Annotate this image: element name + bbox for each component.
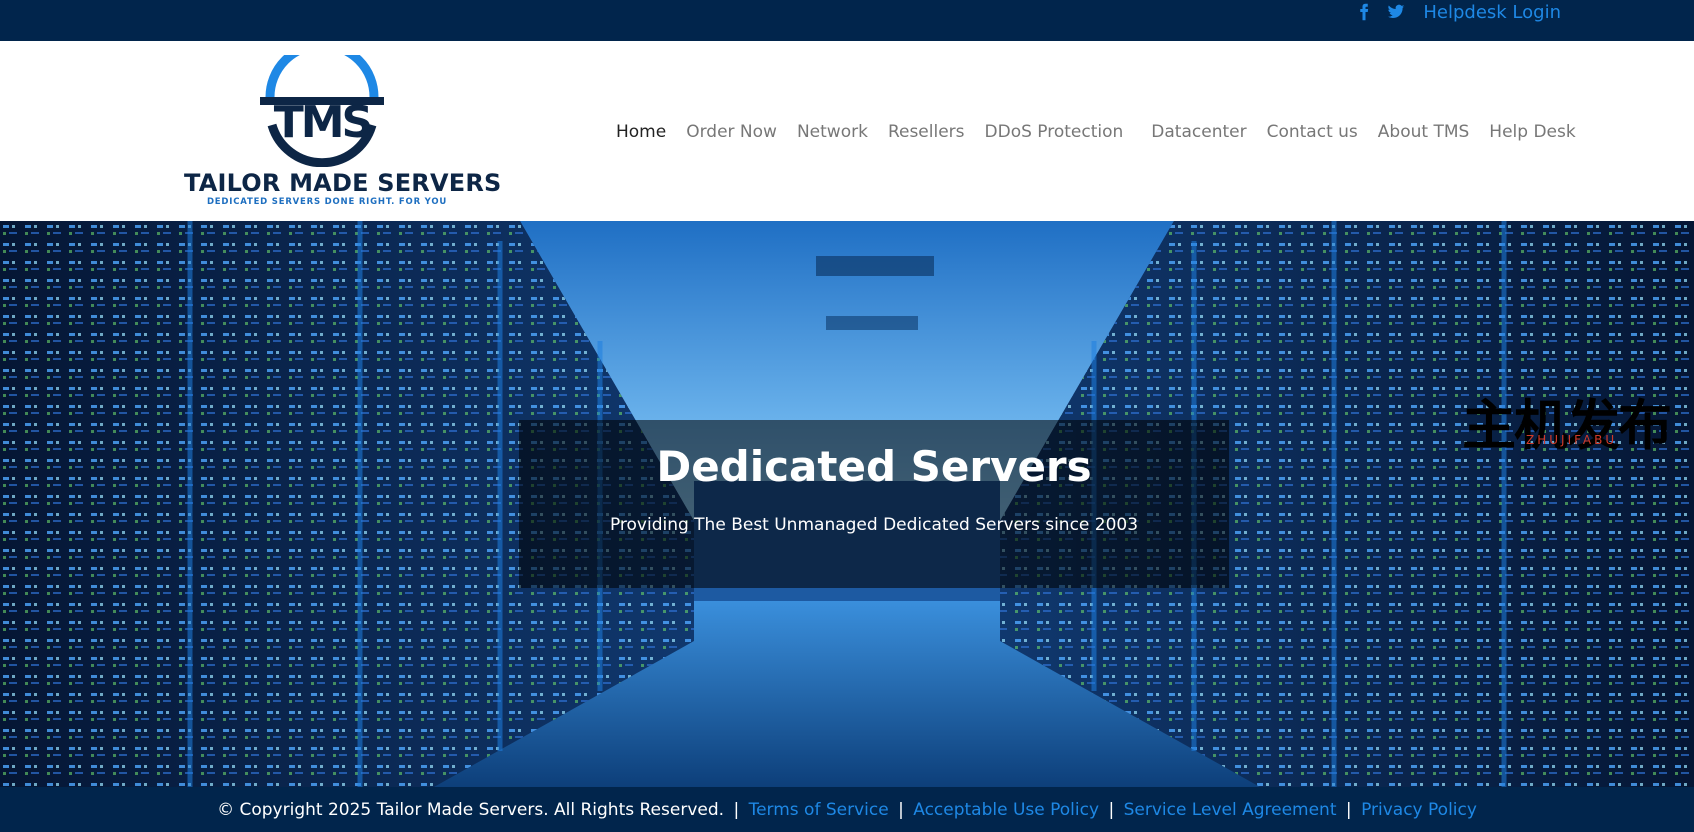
hero-caption-panel: Dedicated Servers Providing The Best Unm… (519, 420, 1229, 588)
nav-item-help-desk[interactable]: Help Desk (1489, 122, 1575, 142)
nav-item-contact-us[interactable]: Contact us (1267, 122, 1358, 142)
main-nav: Home Order Now Network Resellers DDoS Pr… (616, 117, 1596, 147)
top-bar-links: Helpdesk Login (1355, 0, 1561, 24)
site-header: TMS TAILOR MADE SERVERS DEDICATED SERVER… (0, 40, 1694, 221)
footer-separator: | (1108, 799, 1115, 820)
hero-title: Dedicated Servers (656, 442, 1092, 491)
footer-separator: | (898, 799, 904, 820)
helpdesk-login-link[interactable]: Helpdesk Login (1423, 2, 1561, 23)
nav-item-resellers[interactable]: Resellers (888, 122, 965, 142)
watermark-sub: ZHUJIFABU (1526, 433, 1618, 447)
nav-item-datacenter[interactable]: Datacenter (1151, 122, 1246, 142)
nav-item-about-tms[interactable]: About TMS (1378, 122, 1470, 142)
facebook-icon[interactable] (1355, 3, 1373, 21)
footer-line: © Copyright 2025 Tailor Made Servers. Al… (217, 800, 1477, 820)
logo-name: TAILOR MADE SERVERS (184, 169, 502, 197)
nav-item-order-now[interactable]: Order Now (686, 122, 777, 142)
site-logo[interactable]: TMS TAILOR MADE SERVERS DEDICATED SERVER… (184, 40, 502, 207)
copyright-text: © Copyright 2025 Tailor Made Servers. Al… (217, 799, 725, 820)
site-footer: © Copyright 2025 Tailor Made Servers. Al… (0, 787, 1694, 832)
footer-separator: | (733, 799, 740, 820)
logo-tagline: DEDICATED SERVERS DONE RIGHT. FOR YOU (206, 197, 448, 207)
watermark-logo: 主机发布 ZHUJIFABU (1462, 381, 1672, 457)
nav-item-network[interactable]: Network (797, 122, 868, 142)
nav-item-ddos-protection[interactable]: DDoS Protection (985, 122, 1124, 142)
privacy-policy-link[interactable]: Privacy Policy (1361, 800, 1477, 820)
twitter-icon[interactable] (1387, 3, 1405, 21)
watermark-text: 主机发布 (1462, 394, 1672, 457)
footer-separator: | (1345, 799, 1352, 820)
nav-item-home[interactable]: Home (616, 122, 666, 142)
tms-logo-mark: TMS (258, 40, 386, 168)
logo-mark-text: TMS (274, 97, 371, 148)
hero-banner: Dedicated Servers Providing The Best Unm… (0, 221, 1694, 787)
hero-subtitle: Providing The Best Unmanaged Dedicated S… (609, 515, 1139, 535)
service-level-agreement-link[interactable]: Service Level Agreement (1124, 800, 1337, 820)
top-bar: Helpdesk Login (0, 0, 1694, 41)
acceptable-use-policy-link[interactable]: Acceptable Use Policy (913, 800, 1099, 820)
terms-of-service-link[interactable]: Terms of Service (749, 800, 889, 820)
